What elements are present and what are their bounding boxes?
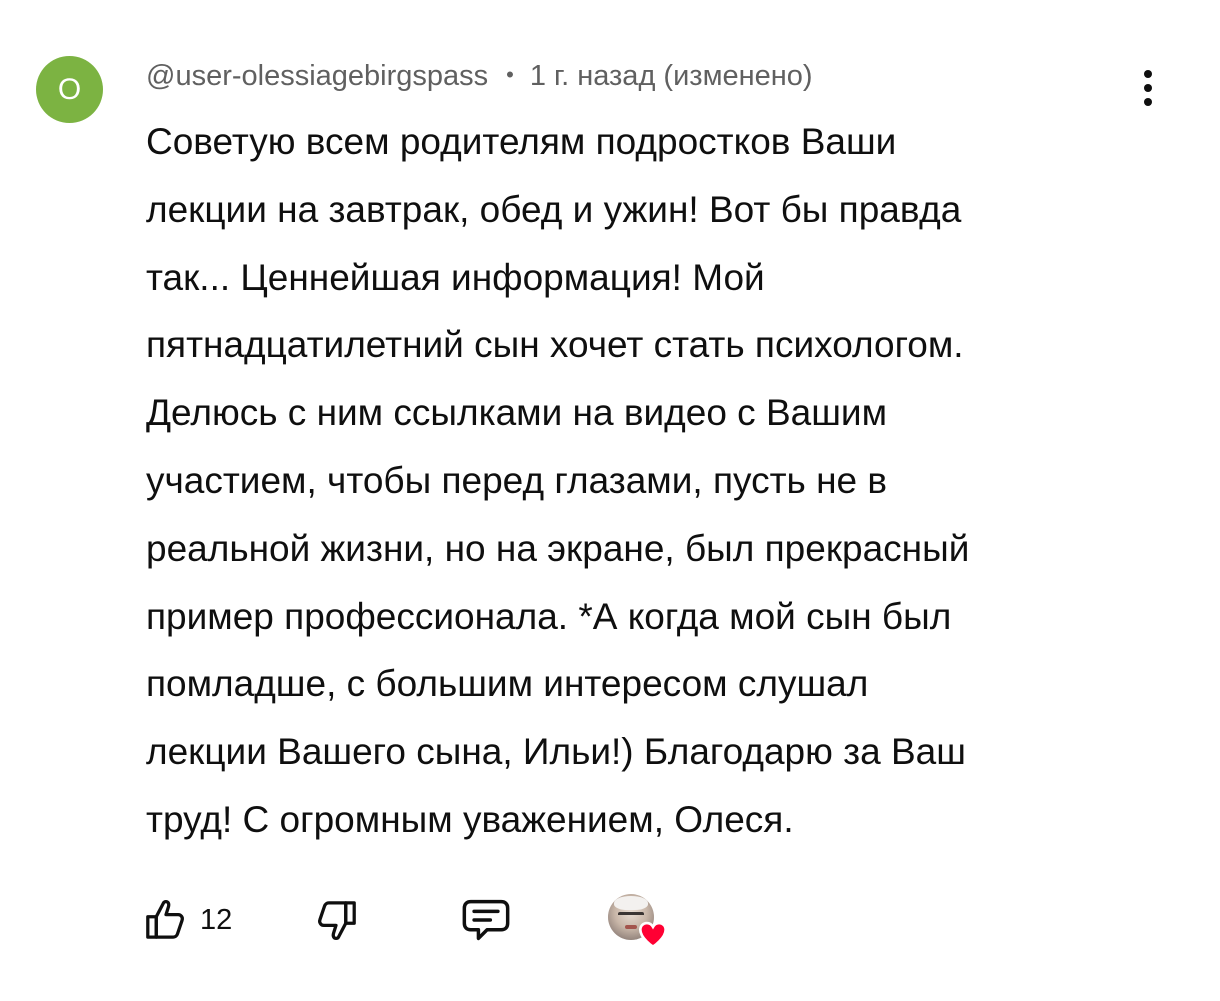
creator-heart-icon bbox=[608, 894, 670, 950]
avatar-letter: О bbox=[57, 72, 82, 106]
comment-text-line: участием, чтобы перед глазами, пусть не … bbox=[146, 459, 888, 501]
like-button[interactable]: 12 bbox=[140, 890, 232, 950]
comment-text-line: пятнадцатилетний сын хочет стать психоло… bbox=[146, 324, 964, 366]
comment-text-line: Советую всем родителям подростков Ваши bbox=[146, 121, 897, 162]
dislike-button[interactable] bbox=[310, 890, 362, 950]
comment-text-line: так... Ценнейшая информация! Мой bbox=[146, 256, 765, 298]
comment-text-line: помладше, с большим интересом слушал bbox=[146, 663, 869, 705]
comment-text-line: Делюсь с ним ссылками на видео с Вашим bbox=[146, 392, 888, 434]
menu-dot bbox=[1144, 70, 1152, 78]
comment-text-line: лекции на завтрак, обед и ужин! Вот бы п… bbox=[146, 188, 962, 230]
menu-dot bbox=[1144, 84, 1152, 92]
author-avatar[interactable]: О bbox=[36, 56, 103, 123]
more-vert-icon[interactable] bbox=[1128, 62, 1168, 114]
reply-comment-icon bbox=[462, 899, 510, 941]
thumbs-down-icon bbox=[318, 901, 356, 940]
menu-dot bbox=[1144, 98, 1152, 106]
comment-text-line: труд! С огромным уважением, Олеся. bbox=[146, 798, 794, 840]
reply-button[interactable] bbox=[456, 890, 516, 950]
thumbs-up-icon bbox=[146, 900, 184, 939]
heart-icon bbox=[638, 921, 668, 949]
comment-text: Советую всем родителям подростков Ваши л… bbox=[146, 108, 1146, 854]
comment-header: @user-olessiagebirgspass • 1 г. назад (и… bbox=[146, 54, 813, 98]
author-name[interactable]: @user-olessiagebirgspass bbox=[146, 60, 488, 93]
comment-timestamp[interactable]: 1 г. назад (изменено) bbox=[530, 60, 813, 93]
comment-text-line: пример профессионала. *А когда мой сын б… bbox=[146, 595, 952, 637]
like-count: 12 bbox=[200, 903, 233, 936]
header-separator: • bbox=[506, 62, 514, 87]
comment-action-bar: 12 bbox=[140, 890, 700, 950]
comment-text-line: реальной жизни, но на экране, был прекра… bbox=[146, 527, 970, 569]
comment-text-line: лекции Вашего сына, Ильи!) Благодарю за … bbox=[146, 731, 966, 773]
comment-thread-item: О @user-olessiagebirgspass • 1 г. назад … bbox=[0, 0, 1220, 1001]
